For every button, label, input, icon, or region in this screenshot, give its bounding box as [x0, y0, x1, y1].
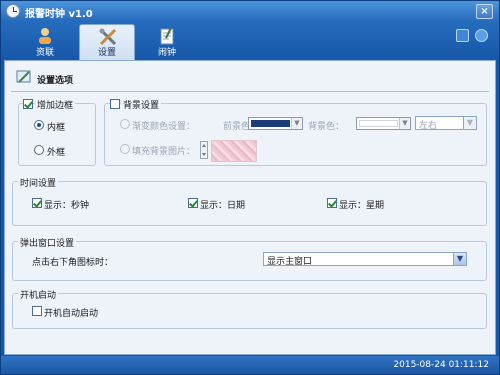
- background-color-label: 背景色：: [308, 122, 345, 132]
- tray-click-value: 显示主窗口: [267, 257, 313, 267]
- chevron-down-icon: ▼: [399, 118, 410, 129]
- gradient-direction-select[interactable]: 左右 ▼: [415, 116, 477, 131]
- foreground-swatch: [251, 120, 290, 127]
- fill-image-radio[interactable]: [120, 144, 130, 154]
- tab-label: 设置: [97, 48, 116, 58]
- fill-image-label: 填充背景图片：: [132, 147, 196, 157]
- foreground-color-picker[interactable]: ▼: [248, 117, 303, 130]
- alarm-note-icon: [160, 27, 174, 45]
- outer-border-label: 外框: [47, 148, 66, 158]
- section-title: 设置选项: [37, 76, 74, 86]
- inner-border-radio[interactable]: [34, 120, 44, 130]
- update-icon[interactable]: [456, 29, 469, 42]
- tray-click-label: 点击右下角图标时：: [32, 258, 114, 268]
- inner-border-label: 内框: [47, 123, 66, 133]
- autostart-checkbox[interactable]: [32, 306, 42, 316]
- gradient-label: 渐变颜色设置：: [132, 122, 196, 132]
- background-color-picker[interactable]: ▼: [356, 117, 411, 130]
- chevron-down-icon: ▼: [453, 253, 466, 265]
- chevron-down-icon: ▼: [291, 118, 302, 129]
- tab-settings[interactable]: 设置: [79, 24, 135, 60]
- clock-app-icon: [6, 4, 20, 18]
- show-seconds-label: 显示：秒钟: [44, 201, 90, 211]
- show-seconds-checkbox[interactable]: [32, 198, 42, 208]
- gradient-direction-value: 左右: [419, 121, 438, 131]
- show-date-checkbox[interactable]: [188, 198, 198, 208]
- help-icon[interactable]: [475, 29, 488, 42]
- settings-options-icon: [16, 70, 31, 83]
- tools-icon: [99, 28, 117, 46]
- time-settings-title: 时间设置: [18, 176, 59, 189]
- tab-alarm[interactable]: 闹钟: [139, 24, 195, 60]
- window-title: 报警时钟 v1.0: [25, 9, 93, 20]
- status-datetime: 2015-08-24 01:11:12: [393, 360, 489, 370]
- title-bar[interactable]: 报警时钟 v1.0 ×: [1, 1, 499, 22]
- background-swatch: [359, 120, 398, 127]
- tab-label: 资联: [35, 48, 54, 58]
- add-border-label: 增加边框: [35, 98, 76, 111]
- status-bar: 2015-08-24 01:11:12: [1, 356, 499, 374]
- section-divider: [11, 91, 489, 92]
- gradient-radio[interactable]: [120, 119, 130, 129]
- outer-border-radio[interactable]: [34, 145, 44, 155]
- background-image-preview: [211, 140, 257, 162]
- show-date-label: 显示：日期: [200, 201, 246, 211]
- startup-title: 开机启动: [18, 288, 59, 301]
- add-border-checkbox[interactable]: [23, 99, 33, 109]
- autostart-label: 开机自动启动: [44, 309, 99, 319]
- toolbar: 资联 设置 闹钟: [1, 22, 499, 60]
- tab-contact[interactable]: 资联: [17, 24, 73, 60]
- background-settings-label: 背景设置: [121, 98, 162, 111]
- show-weekday-checkbox[interactable]: [327, 198, 337, 208]
- main-window: 报警时钟 v1.0 × 资联 设置 闹钟 设置选项 增加边框 内框 外框 背景设…: [0, 0, 500, 375]
- contact-icon: [39, 28, 51, 44]
- background-settings-checkbox[interactable]: [110, 99, 120, 109]
- chevron-down-icon: ▼: [463, 117, 476, 129]
- image-spinner[interactable]: [200, 141, 208, 159]
- show-weekday-label: 显示：星期: [339, 201, 385, 211]
- close-button[interactable]: ×: [476, 4, 493, 19]
- tab-label: 闹钟: [157, 48, 176, 58]
- tray-click-select[interactable]: 显示主窗口 ▼: [263, 252, 467, 267]
- popup-settings-title: 弹出窗口设置: [18, 236, 77, 249]
